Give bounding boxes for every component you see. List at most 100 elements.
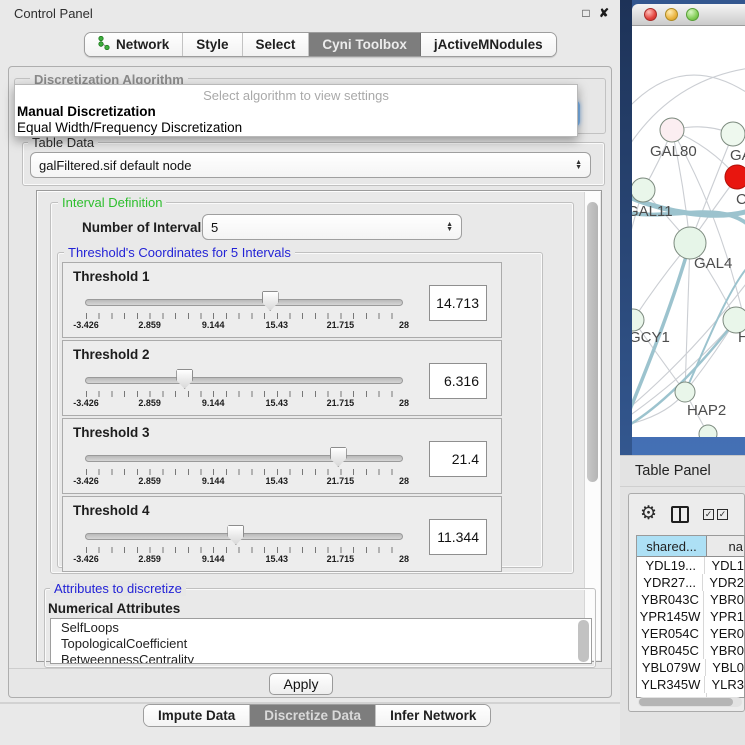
tab-style[interactable]: Style xyxy=(183,33,242,56)
node-gal80[interactable] xyxy=(660,118,684,142)
slider-track[interactable] xyxy=(85,455,403,462)
tab-discretize-data[interactable]: Discretize Data xyxy=(250,705,376,726)
threshold-1-slider[interactable]: -3.426 2.859 9.144 15.43 21.715 28 xyxy=(85,289,405,335)
select-columns-icons: ✓ ✓ xyxy=(703,509,728,520)
slider-track[interactable] xyxy=(85,377,403,384)
tab-select-label: Select xyxy=(256,37,296,52)
tab-discretize-data-label: Discretize Data xyxy=(264,708,361,723)
zoom-traffic-light-icon[interactable] xyxy=(686,8,699,21)
slider-track[interactable] xyxy=(85,299,403,306)
table-row[interactable]: YLR345WYLR3 xyxy=(637,676,744,693)
close-traffic-light-icon[interactable] xyxy=(644,8,657,21)
threshold-1-value-field[interactable]: 14.713 xyxy=(429,285,487,321)
tick-label: 15.43 xyxy=(266,398,289,408)
tab-network-label: Network xyxy=(116,37,169,52)
threshold-3-value-field[interactable]: 21.4 xyxy=(429,441,487,477)
number-of-intervals-combobox[interactable]: 5 ▲▼ xyxy=(202,214,462,240)
threshold-3-panel: Threshold 3 -3.426 2.859 9.144 15.43 21.… xyxy=(62,418,502,494)
float-window-icon[interactable]: □ xyxy=(579,6,593,20)
threshold-4-label: Threshold 4 xyxy=(73,503,150,518)
table-row[interactable]: YBR043CYBR0 xyxy=(637,591,744,608)
viewport-scrollbar-thumb[interactable] xyxy=(587,202,598,482)
node-partial-top-right[interactable] xyxy=(721,122,745,146)
minimize-traffic-light-icon[interactable] xyxy=(665,8,678,21)
table-horizontal-scrollbar-thumb[interactable] xyxy=(639,698,733,706)
network-window-left-edge xyxy=(620,0,632,455)
cell-shared-name[interactable]: YDR27... xyxy=(637,574,703,591)
threshold-3-label: Threshold 3 xyxy=(73,425,150,440)
slider-handle[interactable] xyxy=(176,369,193,389)
node-hap2[interactable] xyxy=(675,382,695,402)
control-panel-titlebar: Control Panel □ ✘ xyxy=(0,0,620,26)
threshold-2-slider[interactable]: -3.426 2.859 9.144 15.43 21.715 28 xyxy=(85,367,405,413)
table-row[interactable]: YPR145WYPR1 xyxy=(637,608,744,625)
checkbox-checked-icon[interactable]: ✓ xyxy=(703,509,714,520)
cell-name[interactable]: YLR3 xyxy=(705,676,744,693)
column-header-shared-name[interactable]: shared... xyxy=(637,536,707,556)
table-panel-title: Table Panel xyxy=(635,463,711,479)
list-item[interactable]: TopologicalCoefficient xyxy=(51,635,591,651)
table-horizontal-scrollbar[interactable] xyxy=(638,697,742,707)
threshold-3-slider[interactable]: -3.426 2.859 9.144 15.43 21.715 28 xyxy=(85,445,405,491)
control-panel-tabs: Network Style Select Cyni Toolbox jActiv… xyxy=(84,32,557,57)
cell-shared-name[interactable]: YBL079W xyxy=(637,659,706,676)
list-item[interactable]: SelfLoops xyxy=(51,619,591,635)
table-data-combobox[interactable]: galFiltered.sif default node ▲▼ xyxy=(30,152,591,178)
table-row[interactable]: YBR045CYBR0 xyxy=(637,642,744,659)
cell-name[interactable]: YDR2 xyxy=(703,574,744,591)
column-header-name[interactable]: na xyxy=(707,536,744,556)
node-red-selected[interactable] xyxy=(725,165,745,189)
cell-name[interactable]: YPR1 xyxy=(704,608,744,625)
apply-button[interactable]: Apply xyxy=(269,673,333,695)
cell-name[interactable]: YBL0 xyxy=(706,659,744,676)
algorithm-option-manual[interactable]: Manual Discretization xyxy=(15,103,577,119)
column-view-icon[interactable] xyxy=(671,506,689,523)
cell-shared-name[interactable]: YBR045C xyxy=(637,642,704,659)
tab-select[interactable]: Select xyxy=(243,33,310,56)
table-row[interactable]: YER054CYER0 xyxy=(637,625,744,642)
cell-shared-name[interactable]: YBR043C xyxy=(637,591,704,608)
tab-impute-data-label: Impute Data xyxy=(158,708,235,723)
threshold-2-value-field[interactable]: 6.316 xyxy=(429,363,487,399)
algorithm-placeholder-option[interactable]: Select algorithm to view settings xyxy=(15,85,577,103)
table-row[interactable]: YDR27...YDR2 xyxy=(637,574,744,591)
node-label-partial-g: GA xyxy=(730,147,745,164)
list-item[interactable]: BetweennessCentrality xyxy=(51,651,591,664)
tab-impute-data[interactable]: Impute Data xyxy=(144,705,250,726)
cell-shared-name[interactable]: YPR145W xyxy=(637,608,704,625)
node-gcy1[interactable] xyxy=(632,309,644,331)
attributes-scrollbar-thumb[interactable] xyxy=(578,620,589,662)
cell-name[interactable]: YBR0 xyxy=(704,591,744,608)
cell-name[interactable]: YER0 xyxy=(704,625,744,642)
cell-shared-name[interactable]: YER054C xyxy=(637,625,704,642)
network-canvas[interactable]: GAL80 GA C GAL11 GAL4 GCY1 H HAP2 xyxy=(632,26,745,437)
cell-name[interactable]: YBR0 xyxy=(704,642,744,659)
node-label-partial-h: H xyxy=(738,329,745,346)
node-bottom-partial[interactable] xyxy=(699,425,717,437)
spinner-arrows-icon: ▲▼ xyxy=(575,160,582,170)
tab-infer-network[interactable]: Infer Network xyxy=(376,705,490,726)
app-root: Control Panel □ ✘ Network Styl xyxy=(0,0,745,745)
algorithm-option-equal-width[interactable]: Equal Width/Frequency Discretization xyxy=(15,119,577,135)
slider-handle[interactable] xyxy=(262,291,279,311)
tab-network[interactable]: Network xyxy=(85,33,183,56)
node-attribute-table: shared... na YDL19...YDL1 YDR27...YDR2 Y… xyxy=(636,535,745,698)
table-row[interactable]: YBL079WYBL0 xyxy=(637,659,744,676)
network-window-titlebar[interactable] xyxy=(632,4,745,26)
node-gal11[interactable] xyxy=(632,178,655,202)
close-window-icon[interactable]: ✘ xyxy=(597,6,611,20)
slider-handle[interactable] xyxy=(227,525,244,545)
slider-handle[interactable] xyxy=(330,447,347,467)
tab-cyni-toolbox[interactable]: Cyni Toolbox xyxy=(309,33,421,56)
cell-shared-name[interactable]: YDL19... xyxy=(637,557,705,574)
checkbox-checked-icon[interactable]: ✓ xyxy=(717,509,728,520)
threshold-4-value-field[interactable]: 11.344 xyxy=(429,519,487,555)
gear-icon[interactable]: ⚙ xyxy=(640,504,657,524)
cell-shared-name[interactable]: YLR345W xyxy=(637,676,705,693)
tick-label: 15.43 xyxy=(266,554,289,564)
tab-jactivemnodules[interactable]: jActiveMNodules xyxy=(421,33,556,56)
threshold-4-slider[interactable]: -3.426 2.859 9.144 15.43 21.715 28 xyxy=(85,523,405,569)
threshold-4-panel: Threshold 4 -3.426 2.859 9.144 15.43 21.… xyxy=(62,496,502,572)
cell-name[interactable]: YDL1 xyxy=(705,557,744,574)
table-row[interactable]: YDL19...YDL1 xyxy=(637,557,744,574)
